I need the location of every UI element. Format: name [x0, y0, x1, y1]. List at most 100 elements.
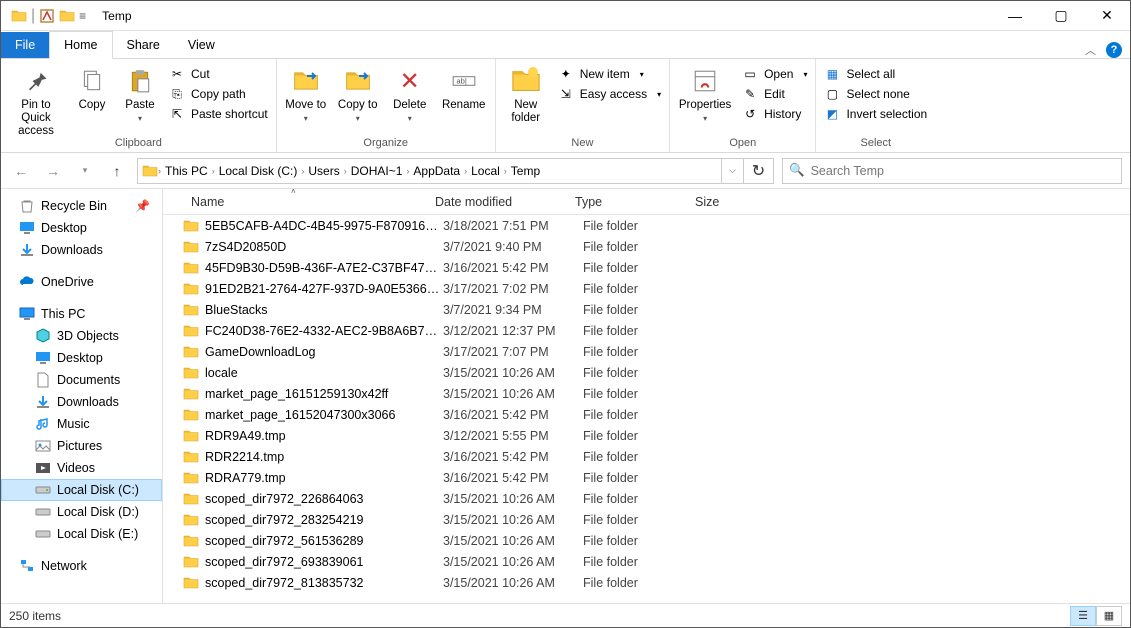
- nav-disk-e[interactable]: Local Disk (E:): [1, 523, 162, 545]
- table-row[interactable]: RDR9A49.tmp 3/12/2021 5:55 PM File folde…: [163, 425, 1130, 446]
- forward-button[interactable]: →: [41, 159, 65, 183]
- pin-quick-access-button[interactable]: Pin to Quick access: [7, 65, 65, 138]
- nav-music[interactable]: Music: [1, 413, 162, 435]
- properties-button[interactable]: Properties▾: [676, 65, 734, 125]
- breadcrumb-segment[interactable]: Users: [304, 164, 343, 178]
- column-name[interactable]: Name: [183, 191, 427, 213]
- properties-icon[interactable]: [39, 8, 55, 24]
- column-headers[interactable]: ˄ Name Date modified Type Size: [163, 189, 1130, 215]
- nav-downloads-2[interactable]: Downloads: [1, 391, 162, 413]
- 3dobjects-icon: [35, 328, 51, 344]
- folder-icon: [183, 365, 199, 381]
- qat-caret-icon[interactable]: ≡: [79, 9, 86, 23]
- refresh-button[interactable]: ↻: [744, 158, 774, 184]
- copy-to-button[interactable]: Copy to▾: [335, 65, 381, 125]
- nav-this-pc[interactable]: This PC: [1, 303, 162, 325]
- nav-desktop-2[interactable]: Desktop: [1, 347, 162, 369]
- address-bar[interactable]: › This PC›Local Disk (C:)›Users›DOHAI~1›…: [137, 158, 744, 184]
- file-date: 3/7/2021 9:40 PM: [443, 240, 583, 254]
- table-row[interactable]: scoped_dir7972_283254219 3/15/2021 10:26…: [163, 509, 1130, 530]
- nav-recycle-bin[interactable]: Recycle Bin📌: [1, 195, 162, 217]
- select-none-button[interactable]: ▢Select none: [822, 85, 929, 103]
- tab-home[interactable]: Home: [49, 31, 112, 59]
- invert-selection-button[interactable]: ◩Invert selection: [822, 105, 929, 123]
- qat-divider: |: [31, 7, 35, 25]
- tab-file[interactable]: File: [1, 32, 49, 58]
- copy-path-button[interactable]: ⎘Copy path: [167, 85, 270, 103]
- paste-button[interactable]: Paste ▾: [119, 65, 161, 125]
- new-folder-button[interactable]: New folder: [502, 65, 550, 125]
- table-row[interactable]: 45FD9B30-D59B-436F-A7E2-C37BF47DEA… 3/16…: [163, 257, 1130, 278]
- column-type[interactable]: Type: [567, 191, 687, 213]
- view-icons-button[interactable]: ▦: [1096, 606, 1122, 626]
- up-button[interactable]: ↑: [105, 159, 129, 183]
- back-button[interactable]: ←: [9, 159, 33, 183]
- table-row[interactable]: market_page_16151259130x42ff 3/15/2021 1…: [163, 383, 1130, 404]
- nav-disk-d[interactable]: Local Disk (D:): [1, 501, 162, 523]
- minimize-ribbon-button[interactable]: ︿: [1085, 42, 1096, 58]
- close-button[interactable]: ✕: [1084, 1, 1130, 31]
- address-history-button[interactable]: ⌵: [721, 159, 743, 183]
- delete-button[interactable]: ✕ Delete▾: [387, 65, 433, 125]
- open-button[interactable]: ▭Open ▾: [740, 65, 809, 83]
- table-row[interactable]: 91ED2B21-2764-427F-937D-9A0E5366221D 3/1…: [163, 278, 1130, 299]
- navigation-pane[interactable]: Recycle Bin📌 Desktop Downloads OneDrive …: [1, 189, 163, 603]
- nav-downloads[interactable]: Downloads: [1, 239, 162, 261]
- table-row[interactable]: FC240D38-76E2-4332-AEC2-9B8A6B7C7C… 3/12…: [163, 320, 1130, 341]
- tab-view[interactable]: View: [174, 32, 229, 58]
- rename-button[interactable]: ab| Rename: [439, 65, 489, 112]
- tab-share[interactable]: Share: [113, 32, 174, 58]
- minimize-button[interactable]: —: [992, 1, 1038, 31]
- paste-shortcut-button[interactable]: ⇱Paste shortcut: [167, 105, 270, 123]
- table-row[interactable]: scoped_dir7972_561536289 3/15/2021 10:26…: [163, 530, 1130, 551]
- move-to-button[interactable]: Move to▾: [283, 65, 329, 125]
- cut-button[interactable]: ✂Cut: [167, 65, 270, 83]
- easy-access-button[interactable]: ⇲Easy access ▾: [556, 85, 663, 103]
- breadcrumb-segment[interactable]: AppData: [409, 164, 464, 178]
- breadcrumb-segment[interactable]: This PC: [161, 164, 212, 178]
- folder-icon[interactable]: [59, 8, 75, 24]
- maximize-button[interactable]: ▢: [1038, 1, 1084, 31]
- table-row[interactable]: RDR2214.tmp 3/16/2021 5:42 PM File folde…: [163, 446, 1130, 467]
- nav-network[interactable]: Network: [1, 555, 162, 577]
- nav-documents[interactable]: Documents: [1, 369, 162, 391]
- breadcrumb-segment[interactable]: Temp: [507, 164, 544, 178]
- nav-desktop[interactable]: Desktop: [1, 217, 162, 239]
- nav-onedrive[interactable]: OneDrive: [1, 271, 162, 293]
- ribbon-tabs: File Home Share View ︿ ?: [1, 31, 1130, 59]
- help-button[interactable]: ?: [1106, 42, 1122, 58]
- column-date[interactable]: Date modified: [427, 191, 567, 213]
- copy-button[interactable]: Copy: [71, 65, 113, 112]
- history-button[interactable]: ↺History: [740, 105, 809, 123]
- file-name: 45FD9B30-D59B-436F-A7E2-C37BF47DEA…: [205, 261, 443, 275]
- table-row[interactable]: 5EB5CAFB-A4DC-4B45-9975-F8709161DD… 3/18…: [163, 215, 1130, 236]
- search-box[interactable]: 🔍 Search Temp: [782, 158, 1122, 184]
- breadcrumb-segment[interactable]: Local Disk (C:): [215, 164, 302, 178]
- breadcrumb-segment[interactable]: Local: [467, 164, 504, 178]
- table-row[interactable]: BlueStacks 3/7/2021 9:34 PM File folder: [163, 299, 1130, 320]
- file-date: 3/16/2021 5:42 PM: [443, 471, 583, 485]
- table-row[interactable]: scoped_dir7972_813835732 3/15/2021 10:26…: [163, 572, 1130, 593]
- table-row[interactable]: scoped_dir7972_226864063 3/15/2021 10:26…: [163, 488, 1130, 509]
- nav-disk-c[interactable]: Local Disk (C:): [1, 479, 162, 501]
- table-row[interactable]: market_page_16152047300x3066 3/16/2021 5…: [163, 404, 1130, 425]
- nav-pictures[interactable]: Pictures: [1, 435, 162, 457]
- file-list[interactable]: 5EB5CAFB-A4DC-4B45-9975-F8709161DD… 3/18…: [163, 215, 1130, 603]
- view-details-button[interactable]: ☰: [1070, 606, 1096, 626]
- select-all-button[interactable]: ▦Select all: [822, 65, 929, 83]
- table-row[interactable]: 7zS4D20850D 3/7/2021 9:40 PM File folder: [163, 236, 1130, 257]
- nav-videos[interactable]: Videos: [1, 457, 162, 479]
- new-item-button[interactable]: ✦New item ▾: [556, 65, 663, 83]
- breadcrumb-segment[interactable]: DOHAI~1: [347, 164, 407, 178]
- table-row[interactable]: scoped_dir7972_693839061 3/15/2021 10:26…: [163, 551, 1130, 572]
- file-name: market_page_16152047300x3066: [205, 408, 443, 422]
- edit-button[interactable]: ✎Edit: [740, 85, 809, 103]
- titlebar: | ≡ Temp — ▢ ✕: [1, 1, 1130, 31]
- column-size[interactable]: Size: [687, 191, 767, 213]
- nav-3d-objects[interactable]: 3D Objects: [1, 325, 162, 347]
- table-row[interactable]: GameDownloadLog 3/17/2021 7:07 PM File f…: [163, 341, 1130, 362]
- recent-locations-button[interactable]: ▾: [73, 159, 97, 183]
- table-row[interactable]: locale 3/15/2021 10:26 AM File folder: [163, 362, 1130, 383]
- table-row[interactable]: RDRA779.tmp 3/16/2021 5:42 PM File folde…: [163, 467, 1130, 488]
- select-all-icon: ▦: [824, 66, 840, 82]
